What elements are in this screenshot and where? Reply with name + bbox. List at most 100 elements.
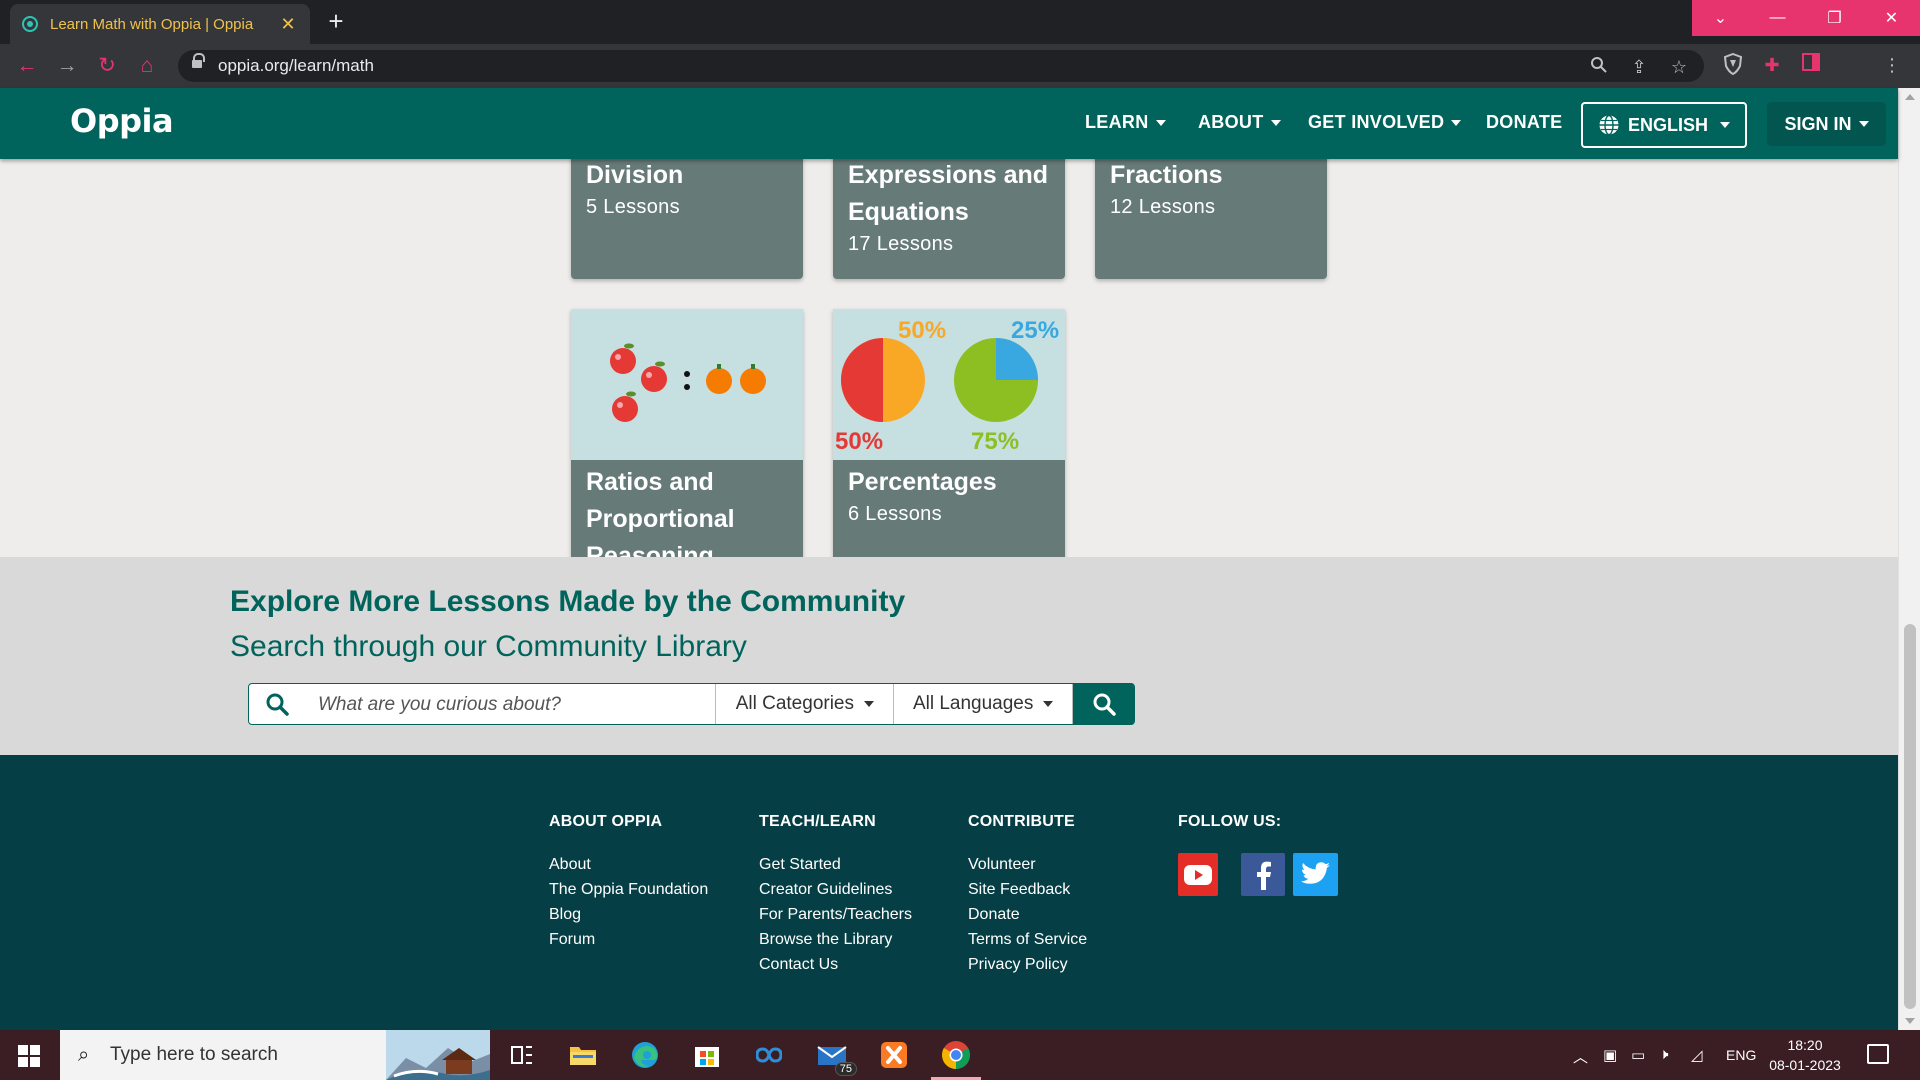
restore-button[interactable]: ❐ (1806, 0, 1863, 36)
browser-tab[interactable]: Learn Math with Oppia | Oppia ✕ (10, 4, 310, 44)
microsoft-store-icon[interactable] (690, 1038, 724, 1072)
footer-link-volunteer[interactable]: Volunteer (968, 852, 1087, 877)
card-title: Percentages (848, 468, 997, 496)
speaker-muted-icon[interactable]: 🕨 (1659, 1046, 1668, 1063)
windows-start-icon[interactable] (18, 1045, 40, 1067)
footer-link-get-started[interactable]: Get Started (759, 852, 912, 877)
scroll-up-arrow-icon[interactable] (1905, 94, 1915, 100)
footer-about-column: ABOUT OPPIA About The Oppia Foundation B… (549, 813, 708, 952)
vscode-icon[interactable] (752, 1038, 786, 1072)
card-title: Expressions and Equations (848, 161, 1049, 226)
caret-down-icon (1270, 120, 1281, 127)
brave-shield-icon[interactable] (1721, 52, 1745, 77)
footer-link-about[interactable]: About (549, 852, 708, 877)
facebook-icon[interactable] (1241, 853, 1285, 896)
card-lesson-count: 6 Lessons (848, 503, 942, 525)
taskbar-clock[interactable]: 18:20 08-01-2023 (1760, 1035, 1850, 1075)
scroll-down-arrow-icon[interactable] (1905, 1018, 1915, 1024)
sign-in-label: SIGN IN (1784, 113, 1852, 134)
footer-link-creator-guidelines[interactable]: Creator Guidelines (759, 877, 912, 902)
task-view-icon[interactable] (505, 1038, 539, 1072)
tab-search-chevron-icon[interactable]: ⌄ (1692, 0, 1749, 36)
lesson-card-division[interactable]: Division 5 Lessons (571, 159, 803, 279)
tab-close-icon[interactable]: ✕ (278, 14, 298, 35)
search-icon (266, 693, 289, 716)
minimize-button[interactable]: — (1749, 0, 1806, 36)
languages-dropdown[interactable]: All Languages (894, 684, 1074, 724)
language-selector-button[interactable]: ENGLISH (1581, 102, 1747, 148)
footer-link-foundation[interactable]: The Oppia Foundation (549, 877, 708, 902)
card-title: Ratios and Proportional Reasoning (586, 468, 735, 557)
nav-learn-label: LEARN (1085, 112, 1149, 132)
browser-toolbar: ← → ↻ ⌂ oppia.org/learn/math ⇪ ☆ (0, 44, 1920, 122)
meet-now-icon[interactable]: ▣ (1603, 1046, 1617, 1064)
footer-link-parents-teachers[interactable]: For Parents/Teachers (759, 902, 912, 927)
browser-title-bar: Learn Math with Oppia | Oppia ✕ + ⌄ — ❐ … (0, 0, 1920, 44)
footer-heading: TEACH/LEARN (759, 813, 876, 830)
card-title: Fractions (1110, 161, 1223, 189)
footer-link-privacy[interactable]: Privacy Policy (968, 952, 1087, 977)
windows-taskbar: ⌕ Type here to search 75 ︿ ▣ ▭ 🕨 ◿ ENG 1… (0, 1030, 1920, 1080)
categories-dropdown[interactable]: All Categories (716, 684, 895, 724)
bookmark-star-icon[interactable]: ☆ (1668, 56, 1690, 78)
footer-link-contact[interactable]: Contact Us (759, 952, 912, 977)
input-language-indicator[interactable]: ENG (1726, 1047, 1756, 1063)
card-lesson-count: 17 Lessons (848, 233, 954, 255)
sign-in-button[interactable]: SIGN IN (1767, 102, 1886, 146)
home-icon[interactable]: ⌂ (135, 54, 159, 78)
page-scrollbar[interactable] (1898, 88, 1920, 1030)
chrome-menu-icon[interactable]: ⋮ (1880, 53, 1904, 77)
network-icon[interactable]: ◿ (1691, 1046, 1703, 1064)
clock-time: 18:20 (1787, 1037, 1823, 1053)
community-subheading: Search through our Community Library (230, 630, 747, 663)
card-lesson-count: 5 Lessons (586, 196, 680, 218)
close-window-button[interactable]: ✕ (1863, 0, 1920, 36)
file-explorer-icon[interactable] (566, 1038, 600, 1072)
taskbar-search-box[interactable]: ⌕ Type here to search (60, 1030, 490, 1080)
search-submit-button[interactable] (1073, 683, 1134, 725)
extensions-puzzle-icon[interactable]: ✚ (1760, 53, 1784, 77)
forward-arrow-icon[interactable]: → (55, 54, 79, 78)
lesson-card-ratios[interactable]: Ratios and Proportional Reasoning (571, 309, 803, 557)
footer-heading: FOLLOW US: (1178, 813, 1282, 830)
scrollbar-thumb[interactable] (1904, 624, 1916, 1009)
oppia-navbar: Oppia LEARN ABOUT GET INVOLVED DONATE EN… (0, 88, 1898, 159)
share-icon[interactable]: ⇪ (1628, 56, 1650, 78)
new-tab-button[interactable]: + (322, 8, 350, 36)
lesson-card-percentages[interactable]: 50% 25% 50% 75% Percentages 6 Lessons (833, 309, 1065, 557)
nav-learn[interactable]: LEARN (1085, 112, 1166, 133)
footer-link-browse-library[interactable]: Browse the Library (759, 927, 912, 952)
reload-icon[interactable]: ↻ (95, 54, 119, 78)
edge-browser-icon[interactable] (628, 1038, 662, 1072)
oppia-logo[interactable]: Oppia (70, 102, 174, 140)
youtube-icon[interactable] (1178, 853, 1218, 896)
search-highlight-scenery-icon (386, 1030, 490, 1080)
chrome-taskbar-icon[interactable] (931, 1038, 981, 1080)
notifications-icon[interactable] (1867, 1044, 1889, 1064)
search-icon: ⌕ (78, 1044, 90, 1066)
address-bar[interactable]: oppia.org/learn/math ⇪ ☆ (178, 50, 1704, 82)
nav-get-involved-label: GET INVOLVED (1308, 112, 1445, 132)
footer-link-terms[interactable]: Terms of Service (968, 927, 1087, 952)
zoom-search-icon[interactable] (1588, 56, 1610, 78)
footer-heading: ABOUT OPPIA (549, 813, 663, 830)
show-hidden-icons-chevron-icon[interactable]: ︿ (1573, 1046, 1588, 1067)
nav-donate[interactable]: DONATE (1486, 112, 1562, 133)
back-arrow-icon[interactable]: ← (15, 54, 39, 78)
footer-link-blog[interactable]: Blog (549, 902, 708, 927)
mail-icon[interactable]: 75 (815, 1038, 857, 1076)
nav-about-label: ABOUT (1198, 112, 1264, 132)
footer-link-donate[interactable]: Donate (968, 902, 1087, 927)
lesson-card-expressions[interactable]: Expressions and Equations 17 Lessons (833, 159, 1065, 279)
nav-about[interactable]: ABOUT (1198, 112, 1281, 133)
twitter-icon[interactable] (1293, 853, 1338, 896)
battery-icon[interactable]: ▭ (1631, 1046, 1645, 1064)
languages-label: All Languages (912, 693, 1034, 714)
footer-link-site-feedback[interactable]: Site Feedback (968, 877, 1087, 902)
lesson-card-fractions[interactable]: Fractions 12 Lessons (1095, 159, 1327, 279)
footer-link-forum[interactable]: Forum (549, 927, 708, 952)
nav-get-involved[interactable]: GET INVOLVED (1308, 112, 1462, 133)
xampp-icon[interactable] (877, 1038, 911, 1072)
search-input[interactable]: What are you curious about? (249, 684, 717, 724)
side-panel-icon[interactable] (1799, 53, 1823, 77)
